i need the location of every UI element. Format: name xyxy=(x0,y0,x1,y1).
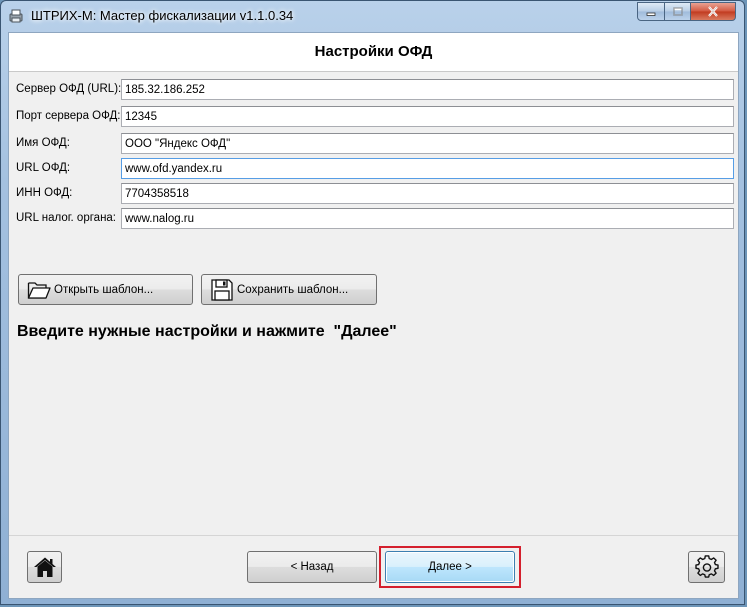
server-port-label: Порт сервера ОФД: xyxy=(16,110,121,122)
ofd-name-label: Имя ОФД: xyxy=(16,137,70,149)
tax-url-label: URL налог. органа: xyxy=(16,212,117,224)
home-button[interactable] xyxy=(27,551,62,583)
save-template-button[interactable]: Сохранить шаблон... xyxy=(201,274,377,305)
page-header: Настройки ОФД xyxy=(9,33,738,72)
form-row-server-url: Сервер ОФД (URL): xyxy=(9,79,738,101)
ofd-inn-input[interactable] xyxy=(121,183,734,204)
gear-icon xyxy=(694,555,719,578)
minimize-button[interactable] xyxy=(637,2,665,21)
open-template-button[interactable]: Открыть шаблон... xyxy=(18,274,193,305)
next-label: Далее > xyxy=(428,561,472,573)
close-icon xyxy=(708,6,718,17)
save-template-label: Сохранить шаблон... xyxy=(237,283,349,296)
maximize-icon xyxy=(673,7,682,16)
server-port-input[interactable] xyxy=(121,106,734,127)
ofd-url-label: URL ОФД: xyxy=(16,162,71,174)
server-url-label: Сервер ОФД (URL): xyxy=(16,83,122,95)
window-title: ШТРИХ-М: Мастер фискализации v1.1.0.34 xyxy=(31,8,294,23)
client-area: Настройки ОФД Сервер ОФД (URL): Порт сер… xyxy=(8,32,739,599)
ofd-inn-label: ИНН ОФД: xyxy=(16,187,73,199)
server-url-input[interactable] xyxy=(121,79,734,100)
close-button[interactable] xyxy=(690,2,736,21)
back-button[interactable]: < Назад xyxy=(247,551,377,583)
folder-open-icon xyxy=(27,281,51,299)
home-icon xyxy=(33,557,56,577)
form-row-tax-url: URL налог. органа: xyxy=(9,208,738,230)
divider xyxy=(9,535,738,536)
back-label: < Назад xyxy=(290,561,334,573)
title-bar[interactable]: ШТРИХ-М: Мастер фискализации v1.1.0.34 xyxy=(1,1,744,31)
app-window: ШТРИХ-М: Мастер фискализации v1.1.0.34 Н… xyxy=(0,0,745,605)
form-row-server-port: Порт сервера ОФД: xyxy=(9,106,738,128)
next-button[interactable]: Далее > xyxy=(385,551,515,583)
instruction-text: Введите нужные настройки и нажмите "Дале… xyxy=(17,323,397,340)
floppy-disk-icon xyxy=(211,278,233,301)
form-row-ofd-inn: ИНН ОФД: xyxy=(9,183,738,205)
form-row-ofd-name: Имя ОФД: xyxy=(9,133,738,155)
open-template-label: Открыть шаблон... xyxy=(54,283,154,296)
tax-url-input[interactable] xyxy=(121,208,734,229)
maximize-button[interactable] xyxy=(664,2,691,21)
settings-button[interactable] xyxy=(688,551,725,583)
ofd-url-input[interactable] xyxy=(121,158,734,179)
page-title: Настройки ОФД xyxy=(314,43,433,60)
app-icon xyxy=(9,9,23,23)
form-row-ofd-url: URL ОФД: xyxy=(9,158,738,180)
minimize-icon xyxy=(646,12,656,16)
ofd-name-input[interactable] xyxy=(121,133,734,154)
